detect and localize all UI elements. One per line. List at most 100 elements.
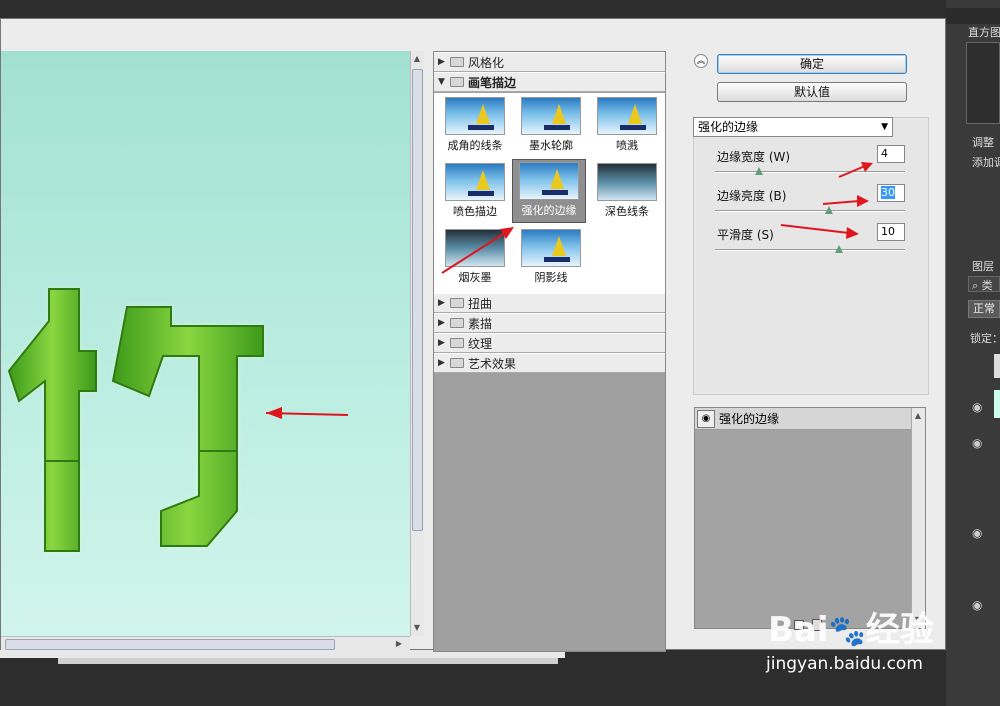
edge-brightness-label: 边缘亮度 (B) [717,189,787,203]
filter-thumb-ink-outlines[interactable]: 墨水轮廓 [514,95,588,159]
watermark-url: jingyan.baidu.com [766,654,923,674]
effect-layers-list: ◉ 强化的边缘 ▲ ▼ [694,407,926,629]
folder-icon [450,298,464,308]
expand-triangle-icon: ▶ [438,298,445,308]
layer-visibility-icon-1[interactable]: ◉ [972,400,982,414]
preview-canvas[interactable] [1,51,410,636]
filter-thumb-sumi-e[interactable]: 烟灰墨 [438,227,512,291]
filter-thumb-spatter[interactable]: 喷溅 [590,95,664,159]
filter-gallery-list: ▶ 风格化 ▼ 画笔描边 成角的线条 墨水轮廓 喷溅 喷色描边 强化的边缘 深色… [433,51,666,652]
chevron-down-icon: ▼ [881,122,888,132]
add-adjustment-label: 添加调 [972,156,1000,169]
layers-tab[interactable]: 图层 [972,258,994,274]
smoothness-knob[interactable] [834,245,843,253]
edge-width-input[interactable]: 4 [877,145,905,163]
expand-triangle-icon: ▶ [438,57,445,67]
thumbnail-image [521,229,581,267]
collapse-triangle-icon: ▼ [438,77,445,87]
lock-label: 锁定： [970,332,1000,345]
expand-triangle-icon: ▶ [438,338,445,348]
category-label: 艺术效果 [468,356,517,371]
category-stylize[interactable]: ▶ 风格化 [434,52,665,72]
adjustments-tab[interactable]: 调整 [972,134,994,150]
kind-filter-label: 类 [981,279,993,292]
smoothness-slider[interactable] [715,245,905,253]
preview-horizontal-scrollbar[interactable]: ▶ [1,636,410,652]
filter-select[interactable]: 强化的边缘 ▼ [693,117,893,137]
thumbnail-image [445,97,505,135]
filter-thumb-sprayed-strokes[interactable]: 喷色描边 [438,161,512,225]
layers-scrollbar[interactable]: ▲ ▼ [911,408,925,628]
histogram-tab[interactable]: 直方图 [968,24,1000,40]
filter-gallery-dialog: ▲ ▼ ▶ ▶ 风格化 ▼ 画笔描边 成角的线条 墨水轮廓 喷溅 喷色描边 强化… [0,18,946,652]
filter-thumb-crosshatch[interactable]: 阴影线 [514,227,588,291]
category-label: 画笔描边 [468,75,517,90]
collapse-gallery-icon[interactable]: ︽ [694,54,708,68]
thumbnail-image [519,162,579,200]
filter-thumb-dark-strokes[interactable]: 深色线条 [590,161,664,225]
thumb-label: 成角的线条 [447,139,503,152]
thumb-label: 喷色描边 [453,205,497,218]
preview-vertical-scrollbar[interactable]: ▲ ▼ [410,51,424,636]
folder-open-icon [450,77,464,87]
folder-icon [450,338,464,348]
eye-icon[interactable]: ◉ [697,409,715,428]
edge-width-label: 边缘宽度 (W) [717,150,791,164]
blend-mode-select[interactable]: 正常 [968,300,1000,318]
filter-thumb-angled-strokes[interactable]: 成角的线条 [438,95,512,159]
category-sketch[interactable]: ▶ 素描 [434,313,665,333]
default-button[interactable]: 默认值 [717,82,907,102]
layer-thumb-1[interactable] [994,354,1000,378]
folder-icon [450,318,464,328]
category-distort[interactable]: ▶ 扭曲 [434,293,665,313]
thumb-label: 深色线条 [605,205,649,218]
thumb-label: 强化的边缘 [521,204,577,217]
category-label: 纹理 [468,336,493,351]
layer-thumb-2[interactable] [994,390,1000,418]
thumb-label: 阴影线 [534,271,568,284]
thumbnail-image [445,163,505,201]
thumb-label: 烟灰墨 [458,271,492,284]
expand-triangle-icon: ▶ [438,358,445,368]
edge-brightness-input[interactable]: 30 [877,184,905,202]
filter-thumb-accented-edges[interactable]: 强化的边缘 [512,159,586,223]
scroll-down-arrow[interactable]: ▼ [411,622,423,634]
category-label: 素描 [468,316,493,331]
category-brush-strokes[interactable]: ▼ 画笔描边 [434,72,665,92]
thumb-label: 喷溅 [616,139,638,152]
thumb-label: 墨水轮廓 [529,139,573,152]
category-texture[interactable]: ▶ 纹理 [434,333,665,353]
thumbnail-image [445,229,505,267]
thumbnail-image [597,163,657,201]
vertical-scroll-thumb[interactable] [412,69,423,531]
folder-icon [450,57,464,67]
edge-width-knob[interactable] [754,167,763,175]
blend-mode-value: 正常 [973,302,995,315]
edge-width-slider[interactable] [715,167,905,175]
category-artistic[interactable]: ▶ 艺术效果 [434,353,665,373]
edge-brightness-knob[interactable] [825,206,833,214]
layer-visibility-icon-2[interactable]: ◉ [972,436,982,450]
panel-top-bar [946,8,1000,24]
bamboo-glyph-art [7,288,349,552]
filter-select-value: 强化的边缘 [698,120,759,134]
baidu-logo: Bai🐾经验 [768,610,934,650]
ok-button[interactable]: 确定 [717,54,907,74]
scroll-up-arrow[interactable]: ▲ [411,53,423,65]
thumbnail-image [597,97,657,135]
filter-settings-panel: ︽ 确定 默认值 强化的边缘 ▼ 边缘宽度 (W) 4 边缘亮度 (B) 30 … [681,51,931,641]
baidu-watermark: Bai🐾经验 jingyan.baidu.com [760,598,960,688]
smoothness-input[interactable]: 10 [877,223,905,241]
scroll-up-arrow[interactable]: ▲ [912,410,924,422]
layer-visibility-icon-4[interactable]: ◉ [972,598,982,612]
layer-visibility-icon-3[interactable]: ◉ [972,526,982,540]
edge-brightness-slider[interactable] [715,206,905,214]
canvas-strip-shadow [58,658,558,664]
effect-layer-row[interactable]: ◉ 强化的边缘 [695,408,911,430]
brush-strokes-thumbnails: 成角的线条 墨水轮廓 喷溅 喷色描边 强化的边缘 深色线条 烟灰墨 阴影线 [434,93,665,295]
scroll-right-arrow[interactable]: ▶ [393,638,405,650]
thumbnail-image [521,97,581,135]
layer-search-field[interactable]: ⌕ 类 [968,276,1000,292]
category-label: 风格化 [468,55,505,70]
horizontal-scroll-thumb[interactable] [5,639,335,650]
